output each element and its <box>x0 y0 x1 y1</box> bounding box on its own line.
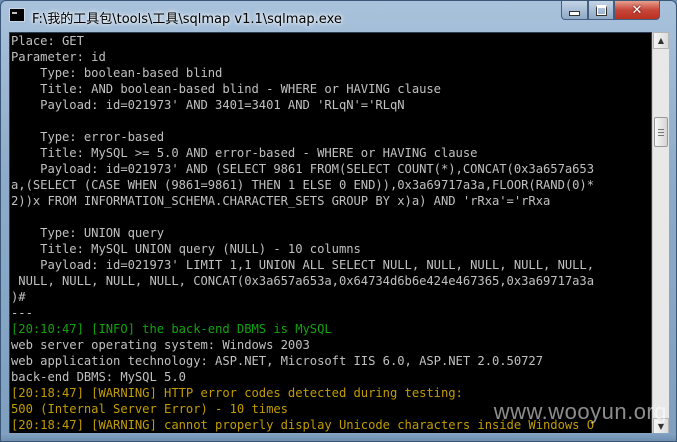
console-line: 500 (Internal Server Error) - 10 times <box>11 402 288 416</box>
console-line: --- <box>11 306 33 320</box>
grip-line-icon <box>658 132 664 133</box>
title-bar[interactable]: F:\我的工具包\tools\工具\sqlmap v1.1\sqlmap.exe… <box>1 1 676 31</box>
maximize-button[interactable] <box>588 1 614 20</box>
scrollbar-thumb[interactable] <box>654 117 668 147</box>
console-line: NULL, NULL, NULL, NULL, CONCAT(0x3a657a6… <box>11 274 595 288</box>
console-line: back-end DBMS: MySQL 5.0 <box>11 370 186 384</box>
console-line: Title: AND boolean-based blind - WHERE o… <box>11 82 441 96</box>
grip-line-icon <box>658 129 664 130</box>
minimize-icon <box>569 10 580 16</box>
window-title: F:\我的工具包\tools\工具\sqlmap v1.1\sqlmap.exe <box>32 12 342 27</box>
console-line: 2))x FROM INFORMATION_SCHEMA.CHARACTER_S… <box>11 194 551 208</box>
console-line: web server operating system: Windows 200… <box>11 338 310 352</box>
console-line: a,(SELECT (CASE WHEN (9861=9861) THEN 1 … <box>11 178 595 192</box>
console-line: Type: boolean-based blind <box>11 66 223 80</box>
console-app-icon[interactable] <box>9 8 25 22</box>
chevron-up-icon: ▲ <box>657 36 665 45</box>
console-line: [20:18:47] [WARNING] HTTP error codes de… <box>11 386 463 400</box>
console-line: Payload: id=021973' AND (SELECT 9861 FRO… <box>11 162 595 176</box>
console-line: Type: error-based <box>11 130 165 144</box>
minimize-button[interactable] <box>561 1 588 20</box>
maximize-icon <box>595 4 607 16</box>
vertical-scrollbar[interactable]: ▲ ▼ <box>652 32 669 435</box>
chevron-down-icon: ▼ <box>657 422 665 431</box>
console-line: Payload: id=021973' AND 3401=3401 AND 'R… <box>11 98 405 112</box>
console-output[interactable]: Place: GET Parameter: id Type: boolean-ba… <box>9 32 652 435</box>
window-bottom-border <box>1 433 676 441</box>
console-line: Parameter: id <box>11 50 106 64</box>
console-line: )# <box>11 290 26 304</box>
grip-line-icon <box>658 135 664 136</box>
console-line: Title: MySQL UNION query (NULL) - 10 col… <box>11 242 361 256</box>
scroll-up-button[interactable]: ▲ <box>653 32 669 49</box>
console-line: [20:18:47] [WARNING] cannot properly dis… <box>11 418 595 432</box>
console-window: F:\我的工具包\tools\工具\sqlmap v1.1\sqlmap.exe… <box>0 0 677 442</box>
console-line: Place: GET <box>11 34 84 48</box>
close-button[interactable]: ✕ <box>614 1 660 20</box>
console-line: Title: MySQL >= 5.0 AND error-based - WH… <box>11 146 478 160</box>
console-line: [20:10:47] [INFO] the back-end DBMS is M… <box>11 322 332 336</box>
close-icon: ✕ <box>631 2 643 18</box>
console-line: Type: UNION query <box>11 226 165 240</box>
console-line: web application technology: ASP.NET, Mic… <box>11 354 543 368</box>
console-line: Payload: id=021973' LIMIT 1,1 UNION ALL … <box>11 258 595 272</box>
